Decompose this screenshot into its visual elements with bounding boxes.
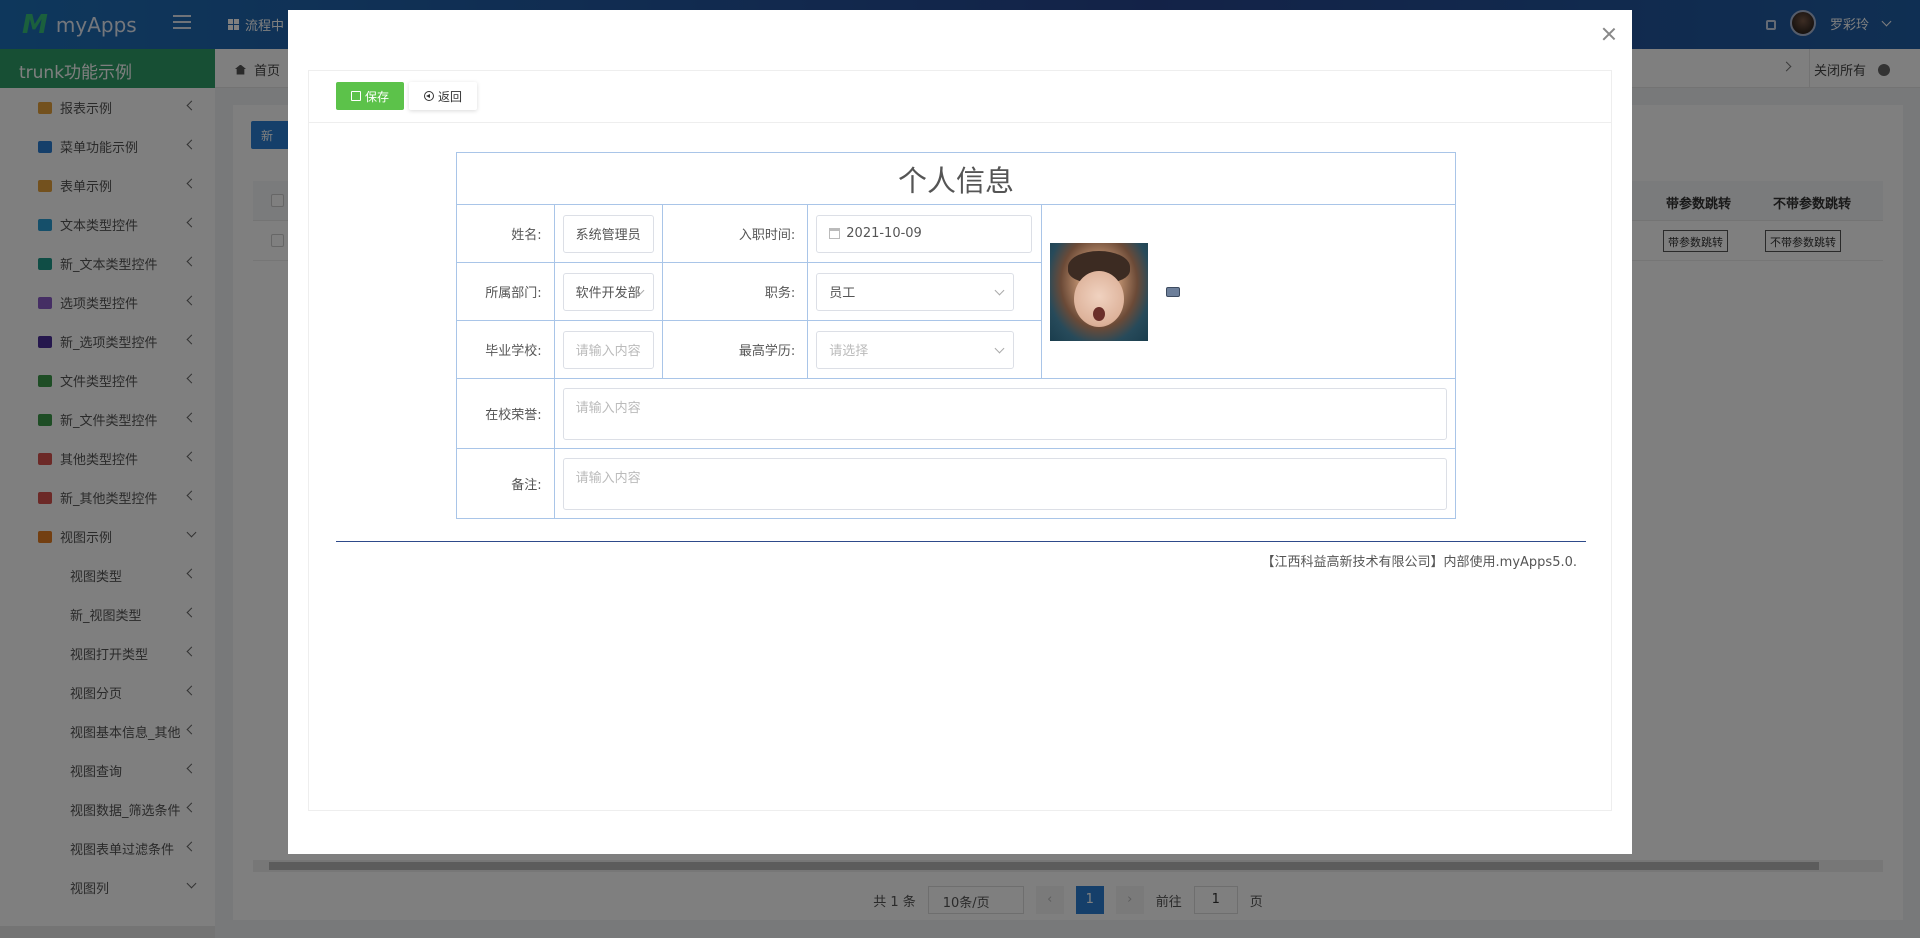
footer-divider [336, 541, 1586, 542]
position-label: 职务: [661, 262, 809, 321]
remark-cell: 请输入内容 [553, 448, 1457, 519]
profile-photo [1050, 242, 1149, 341]
name-label: 姓名: [456, 204, 555, 263]
join-date-value: 2021-10-09 [846, 226, 922, 241]
calendar-icon [829, 228, 841, 239]
join-date-picker[interactable]: 2021-10-09 [816, 214, 1033, 253]
honors-label: 在校荣誉: [456, 378, 555, 449]
honors-textarea[interactable]: 请输入内容 [562, 387, 1447, 440]
school-field[interactable]: 请输入内容 [562, 330, 654, 369]
remark-label: 备注: [456, 448, 555, 519]
join-date-label: 入职时间: [661, 204, 809, 263]
chevron-down-icon [994, 343, 1005, 353]
chevron-down-icon [994, 285, 1005, 295]
position-cell: 员工 [807, 262, 1043, 321]
education-label: 最高学历: [661, 320, 809, 379]
department-select[interactable]: 软件开发部 [562, 272, 654, 311]
education-select[interactable]: 请选择 [816, 330, 1015, 369]
footer-note: 【江西科益高新技术有限公司】内部使用.myApps5.0. [1261, 555, 1577, 570]
close-icon[interactable] [1602, 27, 1616, 41]
form-title: 个人信息 [456, 152, 1456, 205]
save-icon [350, 91, 361, 101]
form-dialog: 保存 返回 个人信息 姓名: 系统管理员 入职时间: 2021-10-09 所属… [288, 10, 1632, 854]
back-label: 返回 [437, 89, 462, 104]
department-label: 所属部门: [456, 262, 555, 321]
personal-info-form: 个人信息 姓名: 系统管理员 入职时间: 2021-10-09 所属部门: 软件… [456, 152, 1457, 519]
back-icon [423, 91, 434, 101]
join-date-cell: 2021-10-09 [807, 204, 1043, 263]
department-cell: 软件开发部 [553, 262, 663, 321]
back-button[interactable]: 返回 [409, 82, 477, 110]
remark-textarea[interactable]: 请输入内容 [562, 457, 1447, 510]
education-placeholder: 请选择 [829, 344, 869, 359]
save-label: 保存 [364, 89, 389, 104]
name-cell: 系统管理员 [553, 204, 663, 263]
name-field[interactable]: 系统管理员 [562, 214, 654, 253]
position-select[interactable]: 员工 [816, 272, 1015, 311]
school-label: 毕业学校: [456, 320, 555, 379]
photo-cell [1041, 204, 1456, 379]
school-cell: 请输入内容 [553, 320, 663, 379]
camera-icon[interactable] [1166, 286, 1181, 297]
form-panel: 保存 返回 个人信息 姓名: 系统管理员 入职时间: 2021-10-09 所属… [308, 70, 1612, 811]
photo-mouth [1093, 306, 1106, 321]
save-button[interactable]: 保存 [336, 82, 404, 110]
department-value: 软件开发部 [575, 286, 641, 301]
position-value: 员工 [829, 286, 856, 301]
honors-cell: 请输入内容 [553, 378, 1457, 449]
form-toolbar: 保存 返回 [309, 71, 1611, 123]
education-cell: 请选择 [807, 320, 1043, 379]
